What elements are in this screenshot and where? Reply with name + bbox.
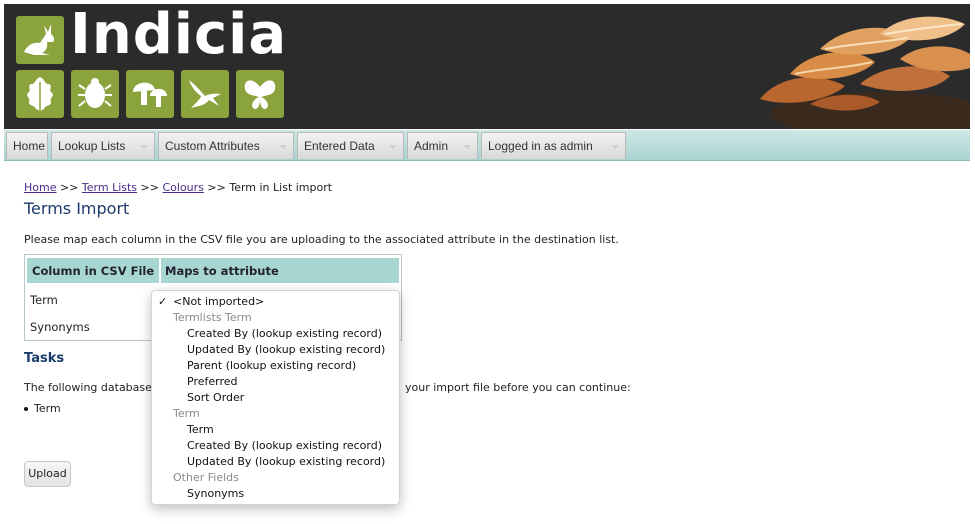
upload-button[interactable]: Upload [24,461,71,487]
tasks-description-start: The following database [24,381,152,394]
nav-custom-attributes[interactable]: Custom Attributes [158,132,294,159]
breadcrumb-link-home[interactable]: Home [24,181,56,194]
oak-leaf-icon [27,77,53,113]
dropdown-option[interactable]: Term [152,422,399,438]
hare-icon [24,24,55,55]
checkmark-icon: ✓ [158,295,168,308]
breadcrumb-link-colours[interactable]: Colours [162,181,203,194]
chevron-down-icon [611,145,619,149]
dropdown-option[interactable]: Created By (lookup existing record) [152,326,399,342]
breadcrumb-separator: >> [140,181,159,194]
dropdown-group-label: Termlists Term [173,311,252,324]
beetle-icon [78,78,112,108]
dropdown-option-selected[interactable]: ✓ <Not imported> [152,294,399,310]
oak-leaf-logo-tile [16,70,64,118]
tasks-description: The following database your import file … [24,381,631,394]
nav-logged-in-user-label: Logged in as admin [488,139,593,153]
breadcrumb-current: Term in List import [229,181,333,194]
nav-entered-data[interactable]: Entered Data [297,132,404,159]
dropdown-option[interactable]: Synonyms [152,486,399,502]
dropdown-option[interactable]: Updated By (lookup existing record) [152,342,399,358]
nav-admin[interactable]: Admin [407,132,478,159]
dropdown-option[interactable]: Parent (lookup existing record) [152,358,399,374]
mushroom-logo-tile [126,70,174,118]
hare-logo-tile [16,16,64,64]
table-header: Column in CSV File Maps to attribute [27,258,399,283]
mushroom-icon [133,82,167,107]
dropdown-option[interactable]: Created By (lookup existing record) [152,438,399,454]
list-item: Term [24,402,61,415]
option-label: <Not imported> [173,295,265,308]
nav-home[interactable]: Home [6,132,48,159]
breadcrumb-separator: >> [59,181,79,194]
nav-home-label: Home [13,139,46,153]
required-attribute: Term [34,402,61,415]
butterfly-icon [244,80,276,109]
chevron-down-icon [279,145,287,149]
chevron-down-icon [463,145,471,149]
breadcrumb-separator: >> [207,181,226,194]
nav-custom-attributes-label: Custom Attributes [165,139,260,153]
bracket-fungus-photo [750,4,970,129]
bullet-icon [24,407,28,411]
main-nav: Home Lookup Lists Custom Attributes Ente… [4,130,970,161]
chevron-down-icon [389,145,397,149]
nav-entered-data-label: Entered Data [304,139,375,153]
dropdown-option[interactable]: Sort Order [152,390,399,406]
brand-name: Indicia [70,4,288,67]
nav-admin-label: Admin [414,139,449,153]
beetle-logo-tile [71,70,119,118]
nav-lookup-lists-label: Lookup Lists [58,139,126,153]
intro-text: Please map each column in the CSV file y… [24,233,619,246]
header-csv-column: Column in CSV File [32,264,155,278]
dropdown-group-label: Term [173,407,200,420]
tasks-heading: Tasks [24,351,65,366]
nav-logged-in-user[interactable]: Logged in as admin [481,132,626,159]
breadcrumb-link-term-lists[interactable]: Term Lists [82,181,137,194]
table-row-label: Synonyms [30,320,90,334]
header-divider [159,258,161,283]
site-banner: Indicia [4,4,970,129]
tasks-description-end: your import file before you can continue… [405,381,631,394]
nav-lookup-lists[interactable]: Lookup Lists [51,132,155,159]
attribute-select-dropdown[interactable]: ✓ <Not imported> Termlists Term Created … [151,290,400,505]
table-row-label: Term [30,293,58,307]
swallow-logo-tile [181,70,229,118]
chevron-down-icon [140,145,148,149]
dropdown-option[interactable]: Preferred [152,374,399,390]
dropdown-option[interactable]: Updated By (lookup existing record) [152,454,399,470]
header-maps-to: Maps to attribute [165,264,279,278]
dropdown-group-label: Other Fields [173,471,239,484]
butterfly-logo-tile [236,70,284,118]
breadcrumb: Home >> Term Lists >> Colours >> Term in… [24,181,332,194]
page-title: Terms Import [24,199,130,218]
swallow-icon [189,80,221,108]
